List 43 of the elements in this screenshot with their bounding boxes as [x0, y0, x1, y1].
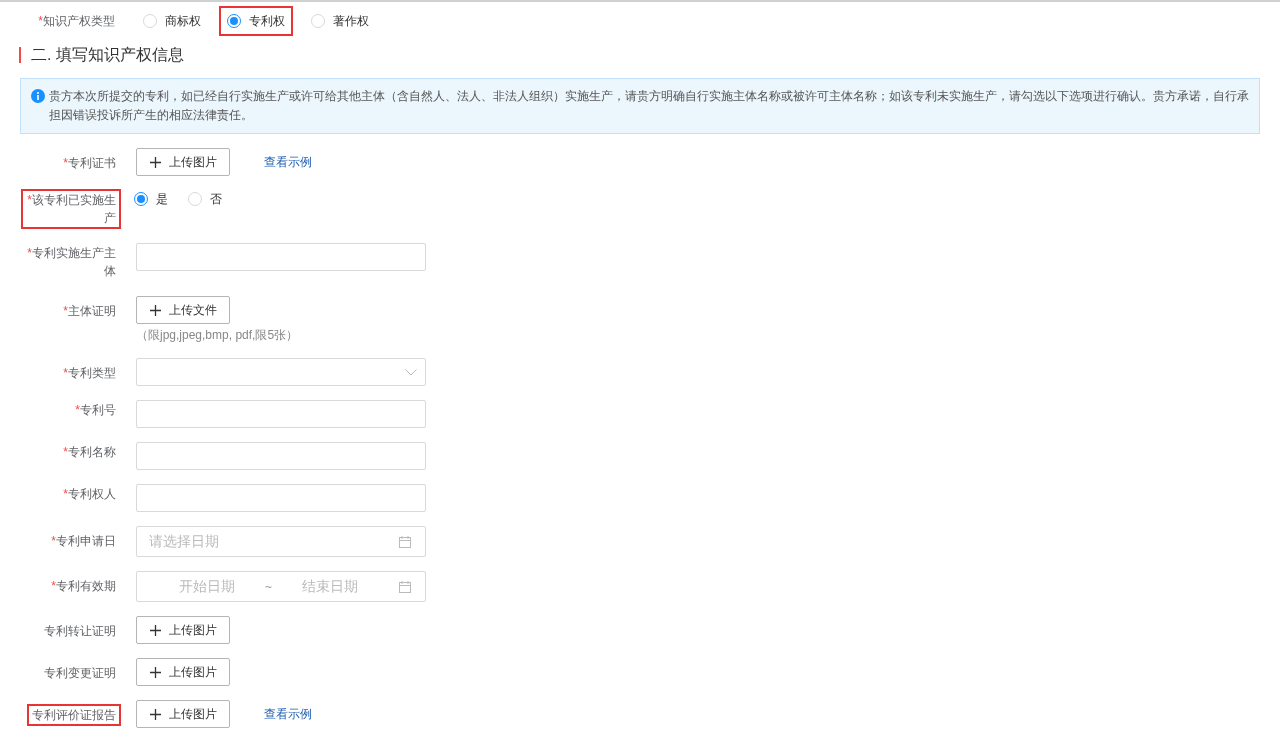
radio-option[interactable]: 商标权	[137, 8, 207, 34]
upload-button[interactable]: 上传图片	[136, 658, 230, 686]
field-label: *专利号	[74, 402, 117, 419]
calendar-icon	[399, 580, 411, 593]
plus-icon	[149, 624, 161, 636]
text-input[interactable]	[136, 243, 426, 271]
field-label: *专利权人	[62, 486, 117, 503]
field-label: 专利评价证报告	[27, 704, 121, 726]
plus-icon	[149, 666, 161, 678]
plus-icon	[149, 304, 161, 316]
field-label: *专利证书	[62, 155, 117, 172]
select-field[interactable]	[136, 358, 426, 386]
section-title: 二. 填写知识产权信息	[31, 45, 184, 65]
upload-button[interactable]: 上传图片	[136, 700, 230, 728]
info-icon	[31, 89, 45, 103]
upload-button[interactable]: 上传图片	[136, 616, 230, 644]
field-label: *该专利已实施生产	[21, 189, 121, 229]
chevron-down-icon	[405, 368, 417, 376]
radio-option[interactable]: 专利权	[221, 8, 291, 34]
field-label: *专利申请日	[50, 533, 117, 550]
notice-text: 贵方本次所提交的专利，如已经自行实施生产或许可给其他主体（含自然人、法人、非法人组织）实施生产，请贵方明确自行实施主体名称或被许可主体名称；如该专利未实施生产，请勾选以下选项进行确认。贵方承诺，自行承担因错误投诉所产生的相应法律责任。	[49, 88, 1249, 124]
field-label: *专利名称	[62, 444, 117, 461]
radio-option[interactable]: 著作权	[305, 8, 375, 34]
field-label: *专利有效期	[50, 578, 117, 595]
calendar-icon	[399, 535, 411, 548]
radio-option[interactable]: 否	[182, 186, 228, 212]
example-link[interactable]: 查看示例	[264, 705, 312, 723]
text-input[interactable]	[136, 442, 426, 470]
example-link[interactable]: 查看示例	[264, 153, 312, 171]
upload-button[interactable]: 上传图片	[136, 148, 230, 176]
upload-hint: （限jpg,jpeg,bmp, pdf,限5张）	[136, 327, 299, 344]
plus-icon	[149, 156, 161, 168]
field-label: *知识产权类型	[37, 13, 115, 30]
text-input[interactable]	[136, 400, 426, 428]
radio-option[interactable]: 是	[128, 186, 174, 212]
field-label: *主体证明	[62, 303, 117, 320]
field-label: 专利变更证明	[43, 665, 117, 682]
field-label: 专利转让证明	[43, 623, 117, 640]
upload-button[interactable]: 上传文件	[136, 296, 230, 324]
text-input[interactable]	[136, 484, 426, 512]
field-label: *专利实施生产主体	[26, 245, 117, 280]
field-label: *专利类型	[62, 365, 117, 382]
plus-icon	[149, 708, 161, 720]
